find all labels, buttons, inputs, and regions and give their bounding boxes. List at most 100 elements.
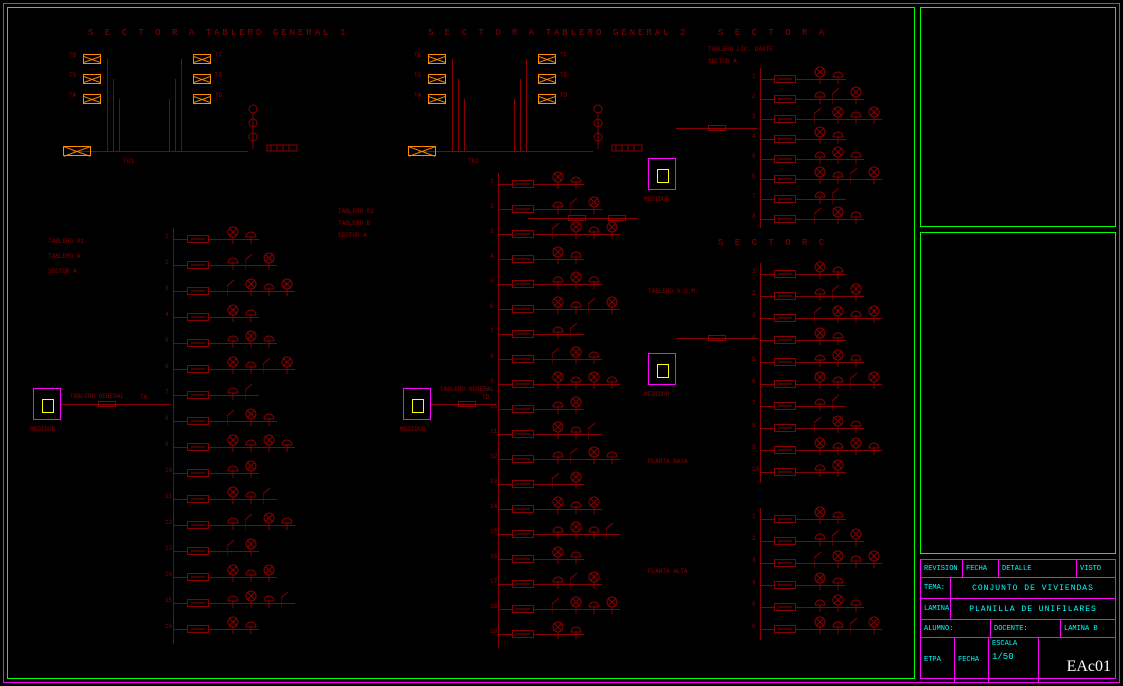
breaker-icon <box>774 559 796 567</box>
lamp-icon <box>263 564 275 584</box>
t02-title-3: SECTOR A <box>338 232 367 239</box>
outlet-icon <box>245 304 257 324</box>
tg1-term-tf: TF <box>215 52 222 59</box>
tb-etpa: ETPA <box>921 638 955 682</box>
lamp-icon <box>552 496 564 516</box>
alta-zone-label: PLANTA ALTA <box>648 568 688 575</box>
outlet-icon <box>552 396 564 416</box>
outlet-icon <box>263 408 275 428</box>
tb-scale: 1/50 <box>992 652 1014 662</box>
breaker-icon <box>187 365 209 373</box>
tb-escala-label: ESCALA <box>992 640 1017 648</box>
tg1-term-ts: TS <box>69 72 76 79</box>
breaker-icon <box>774 95 796 103</box>
outlet-icon <box>814 146 826 166</box>
outlet-icon <box>606 371 618 391</box>
outlet-icon <box>552 571 564 591</box>
lamp-icon <box>814 506 826 526</box>
outlet-icon <box>263 590 275 610</box>
breaker-icon <box>187 521 209 529</box>
lamp-icon <box>570 221 582 241</box>
lamp-icon <box>850 437 862 457</box>
lamp-icon <box>606 596 618 616</box>
switch-icon <box>227 278 239 298</box>
lamp-icon <box>227 616 239 636</box>
tb-lamina-label: LAMINA: <box>921 599 951 619</box>
outlet-icon <box>227 512 239 532</box>
lamp-icon <box>850 528 862 548</box>
breaker-icon <box>774 446 796 454</box>
tg1-term-td: TD <box>215 92 222 99</box>
lamp-icon <box>570 346 582 366</box>
lamp-icon <box>832 349 844 369</box>
secA-meter-label: MEDIDOR <box>644 196 669 203</box>
lamp-icon <box>570 521 582 541</box>
outlet-icon <box>832 506 844 526</box>
t01-title-1: TABLERO 01 <box>48 238 84 245</box>
header-sector-a: S E C T O R A <box>718 28 827 38</box>
secA-title-2: SECTOR A <box>708 58 737 65</box>
lamp-icon <box>868 616 880 636</box>
lamp-icon <box>832 106 844 126</box>
lamp-icon <box>570 596 582 616</box>
outlet-icon <box>281 434 293 454</box>
outlet-icon <box>832 616 844 636</box>
lamp-icon <box>814 327 826 347</box>
outlet-icon <box>832 66 844 86</box>
lamp-icon <box>832 206 844 226</box>
breaker-icon <box>774 215 796 223</box>
switch-icon <box>832 186 844 206</box>
breaker-icon <box>774 195 796 203</box>
outlet-icon <box>832 126 844 146</box>
switch-icon <box>552 471 564 491</box>
side-box-1 <box>920 7 1116 227</box>
outlet-icon <box>814 528 826 548</box>
breaker-icon <box>774 135 796 143</box>
breaker-icon <box>774 292 796 300</box>
tb-lamina: PLANILLA DE UNIFILARES <box>951 599 1115 619</box>
outlet-icon <box>850 206 862 226</box>
t02-meter-icon <box>403 388 431 420</box>
switch-icon <box>552 221 564 241</box>
switch-icon <box>588 296 600 316</box>
lamp-icon <box>263 434 275 454</box>
switch-icon <box>227 538 239 558</box>
switch-icon <box>832 86 844 106</box>
outlet-icon <box>814 393 826 413</box>
breaker-icon <box>774 75 796 83</box>
switch-icon <box>570 321 582 341</box>
drawing-area: S E C T O R A TABLERO GENERAL 1 S E C T … <box>7 7 915 679</box>
switch-icon <box>570 446 582 466</box>
lamp-icon <box>868 305 880 325</box>
outlet-icon <box>570 546 582 566</box>
lamp-icon <box>552 421 564 441</box>
breaker-icon <box>774 358 796 366</box>
lamp-icon <box>570 271 582 291</box>
switch-icon <box>850 616 862 636</box>
outlet-icon <box>814 86 826 106</box>
lamp-icon <box>814 572 826 592</box>
outlet-icon <box>552 446 564 466</box>
tg1-bus-label: TG1 <box>123 158 134 165</box>
lamp-icon <box>588 371 600 391</box>
breaker-icon <box>774 336 796 344</box>
outlet-icon <box>245 486 257 506</box>
breaker-icon <box>774 424 796 432</box>
sum-meter-icon <box>648 353 676 385</box>
outlet-icon <box>570 171 582 191</box>
switch-icon <box>245 252 257 272</box>
tg1-term-ta: TA <box>69 92 76 99</box>
lamp-icon <box>832 415 844 435</box>
tg1-term-tb: TB <box>69 52 76 59</box>
breaker-icon <box>774 175 796 183</box>
outlet-icon <box>570 496 582 516</box>
lamp-icon <box>245 460 257 480</box>
outlet-icon <box>552 196 564 216</box>
tb-hdr-fecha: FECHA <box>963 560 999 577</box>
outlet-icon <box>850 146 862 166</box>
tg1-block: TB TS TA TF TE TD TG1 <box>63 46 313 176</box>
tg2-term-te: TE <box>560 72 567 79</box>
tb-hdr-visto: VISTO <box>1077 560 1115 577</box>
lamp-icon <box>227 304 239 324</box>
lamp-icon <box>263 512 275 532</box>
